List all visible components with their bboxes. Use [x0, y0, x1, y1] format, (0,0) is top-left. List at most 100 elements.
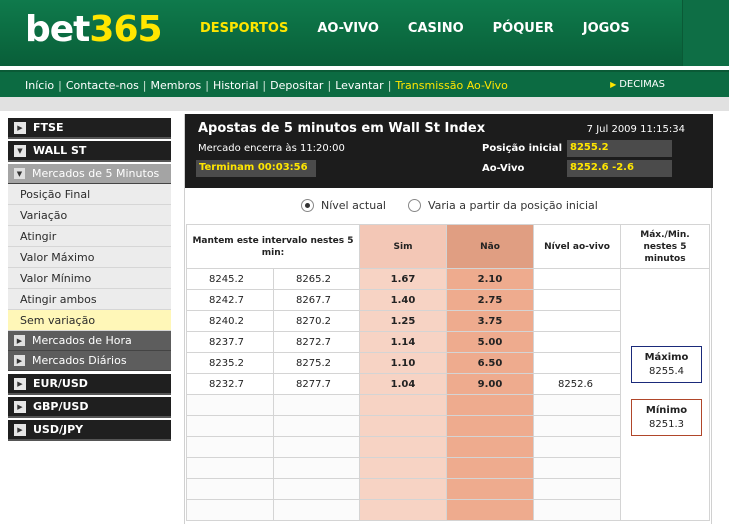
nav-poquer[interactable]: PÓQUER [493, 21, 554, 36]
sidebar-label: Mercados Diários [32, 354, 127, 367]
range-high: 8272.7 [273, 331, 360, 353]
sidebar-item-gbp-usd[interactable]: ▶ GBP/USD [8, 397, 171, 418]
odds-sim[interactable]: 1.25 [359, 310, 447, 332]
link-transmissao-ao-vivo[interactable]: Transmissão Ao-Vivo [395, 79, 507, 92]
expand-arrow-icon: ▶ [14, 423, 26, 436]
odds-nao[interactable]: 6.50 [446, 352, 534, 374]
range-low: 8240.2 [186, 310, 274, 332]
link-historial[interactable]: Historial [213, 79, 258, 92]
market-header: Apostas de 5 minutos em Wall St Index 7 … [185, 114, 713, 188]
separator: | [142, 79, 147, 92]
link-inicio[interactable]: Início [25, 79, 54, 92]
sidebar-item-valor-maximo[interactable]: Valor Máximo [8, 247, 171, 268]
separator: | [327, 79, 332, 92]
sidebar-label: WALL ST [33, 144, 87, 157]
odds-sim[interactable]: 1.67 [359, 268, 447, 290]
range-low: 8245.2 [186, 268, 274, 290]
empty-cell [186, 457, 274, 479]
header-live-level: Nível ao-vivo [533, 224, 621, 269]
sidebar-item-eur-usd[interactable]: ▶ EUR/USD [8, 374, 171, 395]
sidebar-item-ftse[interactable]: ▶ FTSE [8, 118, 171, 139]
sidebar-label: Mercados de Hora [32, 334, 132, 347]
max-box: Máximo 8255.4 [631, 346, 702, 383]
level-mode-selector: Nível actual Varia a partir da posição i… [301, 199, 598, 212]
empty-cell [533, 499, 621, 521]
odds-sim[interactable]: 1.40 [359, 289, 447, 311]
empty-cell [359, 415, 447, 437]
sidebar-sub-5-minutos[interactable]: ▼ Mercados de 5 Minutos [8, 164, 171, 184]
empty-cell [359, 499, 447, 521]
live-level-cell [533, 268, 621, 290]
link-depositar[interactable]: Depositar [270, 79, 323, 92]
separator: | [262, 79, 267, 92]
logo-text-365: 365 [89, 9, 162, 50]
empty-cell [446, 415, 534, 437]
sidebar-item-posicao-final[interactable]: Posição Final [8, 184, 171, 205]
empty-cell [359, 436, 447, 458]
empty-cell [446, 499, 534, 521]
nav-ao-vivo[interactable]: AO-VIVO [317, 21, 379, 36]
empty-cell [273, 499, 360, 521]
radio-varia-posicao[interactable] [408, 199, 421, 212]
odds-sim[interactable]: 1.14 [359, 331, 447, 353]
sidebar-item-usd-jpy[interactable]: ▶ USD/JPY [8, 420, 171, 441]
sidebar-label: GBP/USD [33, 400, 89, 413]
sidebar-item-wall-st[interactable]: ▼ WALL ST [8, 141, 171, 162]
empty-cell [273, 415, 360, 437]
odds-nao[interactable]: 2.75 [446, 289, 534, 311]
decimas-label: DECIMAS [619, 79, 665, 90]
link-contacte-nos[interactable]: Contacte-nos [66, 79, 139, 92]
link-membros[interactable]: Membros [151, 79, 202, 92]
radio-selected-dot [305, 203, 310, 208]
empty-cell [359, 394, 447, 416]
market-close-time: Mercado encerra às 11:20:00 [198, 143, 345, 154]
left-sidebar: ▶ FTSE ▼ WALL ST ▼ Mercados de 5 Minutos… [8, 118, 171, 443]
sidebar-item-variacao[interactable]: Variação [8, 205, 171, 226]
sidebar-label: Mercados de 5 Minutos [32, 167, 160, 180]
range-low: 8235.2 [186, 352, 274, 374]
odds-nao[interactable]: 5.00 [446, 331, 534, 353]
radio-nivel-actual[interactable] [301, 199, 314, 212]
subnav-links: Início | Contacte-nos | Membros | Historial | De… [25, 79, 508, 92]
live-label: Ao-Vivo [482, 163, 525, 174]
sidebar-label: EUR/USD [33, 377, 88, 390]
initial-position-value: 8255.2 [567, 140, 672, 157]
collapse-arrow-icon: ▼ [14, 168, 25, 179]
expand-arrow-icon: ▶ [14, 355, 25, 366]
link-levantar[interactable]: Levantar [335, 79, 384, 92]
odds-nao[interactable]: 2.10 [446, 268, 534, 290]
sidebar-item-sem-variacao[interactable]: Sem variação [8, 310, 171, 331]
empty-cell [533, 478, 621, 500]
header-sim: Sim [359, 224, 447, 269]
odds-sim[interactable]: 1.10 [359, 352, 447, 374]
nav-desportos[interactable]: DESPORTOS [200, 21, 288, 36]
live-level-cell [533, 310, 621, 332]
bet365-logo[interactable]: bet365 [25, 8, 163, 52]
header-max-min: Máx./Min. nestes 5 minutos [620, 224, 710, 269]
radio-label-nivel-actual: Nível actual [321, 199, 386, 212]
sidebar-item-atingir[interactable]: Atingir [8, 226, 171, 247]
header-right-panel [682, 0, 729, 66]
empty-cell [186, 436, 274, 458]
min-value: 8251.3 [649, 419, 684, 430]
empty-cell [273, 436, 360, 458]
market-panel: Apostas de 5 minutos em Wall St Index 7 … [184, 114, 713, 524]
sidebar-sub-mercados-de-hora[interactable]: ▶ Mercados de Hora [8, 331, 171, 351]
odds-nao[interactable]: 9.00 [446, 373, 534, 395]
content-top-band [0, 97, 729, 111]
nav-jogos[interactable]: JOGOS [583, 21, 630, 36]
empty-cell [186, 415, 274, 437]
sidebar-item-atingir-ambos[interactable]: Atingir ambos [8, 289, 171, 310]
range-high: 8277.7 [273, 373, 360, 395]
range-high: 8265.2 [273, 268, 360, 290]
nav-casino[interactable]: CASINO [408, 21, 464, 36]
min-label: Mínimo [645, 405, 688, 416]
expand-arrow-icon: ▶ [14, 400, 26, 413]
sidebar-item-valor-minimo[interactable]: Valor Mínimo [8, 268, 171, 289]
odds-format-decimas[interactable]: ▶ DECIMAS [610, 79, 665, 90]
empty-cell [186, 394, 274, 416]
odds-sim[interactable]: 1.04 [359, 373, 447, 395]
sidebar-sub-mercados-diarios[interactable]: ▶ Mercados Diários [8, 351, 171, 371]
empty-cell [533, 394, 621, 416]
odds-nao[interactable]: 3.75 [446, 310, 534, 332]
